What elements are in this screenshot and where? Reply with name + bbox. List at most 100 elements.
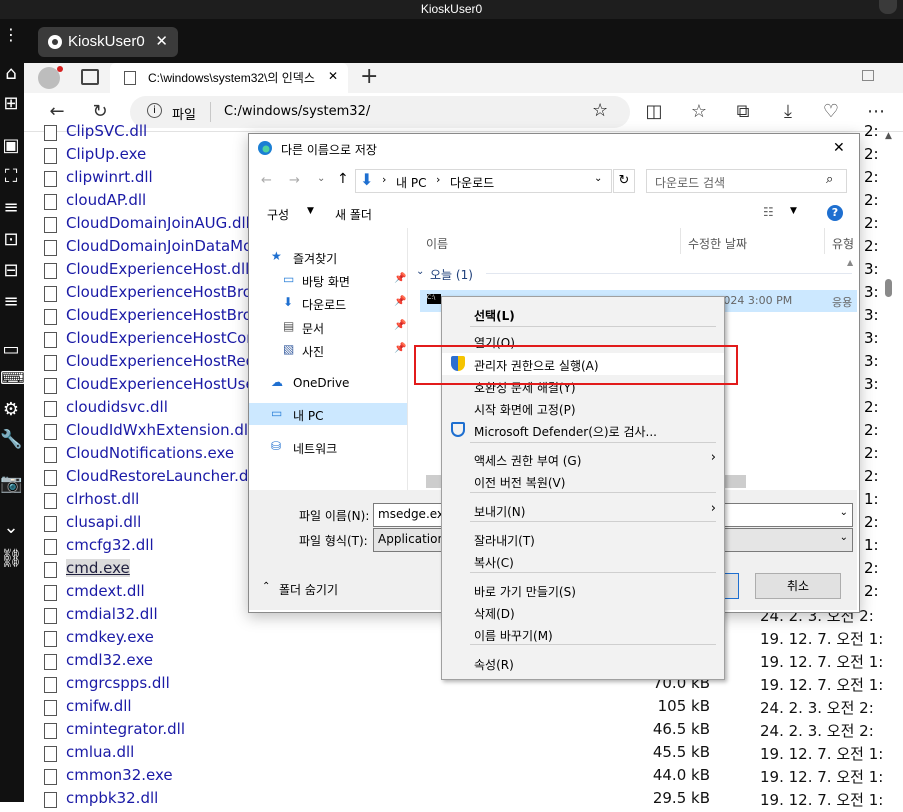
filetype-dropdown-icon[interactable]: ⌄ xyxy=(840,532,848,543)
view-dropdown-icon[interactable]: ▼ xyxy=(790,206,797,216)
file-link[interactable]: cmdext.dll xyxy=(66,582,145,600)
dialog-search-box[interactable]: 다운로드 검색 ⌕ xyxy=(646,169,847,193)
nav-item[interactable]: ▧ 사진 📌 xyxy=(249,339,407,361)
context-menu-item[interactable]: 선택(L) xyxy=(442,303,724,325)
nav-item[interactable]: ⛁ 네트워크 xyxy=(249,436,407,458)
file-link[interactable]: CloudExperienceHostCor xyxy=(66,329,252,347)
column-divider[interactable] xyxy=(824,228,825,254)
breadcrumb-sep-icon[interactable]: › xyxy=(382,173,386,186)
group-collapse-icon[interactable]: ⌄ xyxy=(416,266,424,277)
nav-item[interactable]: ▭ 내 PC xyxy=(249,403,407,425)
nav-item[interactable]: ⬇ 다운로드 📌 xyxy=(249,292,407,314)
file-link[interactable]: CloudRestoreLauncher.dll xyxy=(66,467,257,485)
organize-button[interactable]: 구성 xyxy=(267,206,289,223)
file-link[interactable]: cmdkey.exe xyxy=(66,628,154,646)
context-menu-item[interactable]: 시작 화면에 고정(P) xyxy=(442,397,724,419)
context-menu-item[interactable]: 삭제(D) xyxy=(442,601,724,623)
menu-lines-icon[interactable]: ≡ xyxy=(0,291,22,313)
back-icon[interactable]: ← xyxy=(46,102,68,122)
expand-icon[interactable]: ⛶ xyxy=(0,166,22,188)
scroll-thumb[interactable] xyxy=(885,279,892,297)
file-link[interactable]: CloudDomainJoinAUG.dll xyxy=(66,214,250,232)
shrink-icon[interactable]: ⊟ xyxy=(0,260,22,282)
file-link[interactable]: CloudExperienceHost.dll xyxy=(66,260,249,278)
dialog-refresh-button[interactable]: ↻ xyxy=(613,169,635,193)
wrench-icon[interactable]: 🔧 xyxy=(0,429,22,451)
view-options-icon[interactable]: ☷ xyxy=(763,205,774,219)
more-menu-icon[interactable]: ⋯ xyxy=(865,102,887,122)
context-menu-item[interactable]: 복사(C) xyxy=(442,550,724,572)
browser-essentials-icon[interactable]: ♡ xyxy=(820,102,842,122)
file-link[interactable]: CloudIdWxhExtension.dll xyxy=(66,421,252,439)
context-menu-item[interactable]: Microsoft Defender(으)로 검사... xyxy=(442,419,724,441)
file-link[interactable]: CloudDomainJoinDataMo xyxy=(66,237,252,255)
favorites-icon[interactable]: ☆ xyxy=(688,102,710,122)
file-link[interactable]: cmlua.dll xyxy=(66,743,134,761)
breadcrumb[interactable]: ⬇ › 내 PC › 다운로드 ⌄ xyxy=(355,169,612,193)
file-link[interactable]: clusapi.dll xyxy=(66,513,141,531)
file-link[interactable]: cmgrcspps.dll xyxy=(66,674,170,692)
breadcrumb-sep-icon[interactable]: › xyxy=(436,173,440,186)
list-scroll-up-icon[interactable]: ▲ xyxy=(847,258,853,267)
file-link[interactable]: ClipSVC.dll xyxy=(66,122,147,140)
nav-item[interactable]: ▭ 바탕 화면 📌 xyxy=(249,269,407,291)
browser-tab-close[interactable]: ✕ xyxy=(328,69,338,83)
window-icon[interactable]: ▭ xyxy=(0,339,22,361)
nav-item[interactable]: ★ 즐겨찾기 xyxy=(249,246,407,268)
kiosk-menu-icon[interactable]: ⋮ xyxy=(3,27,19,43)
fit-icon[interactable]: ⊡ xyxy=(0,229,22,251)
file-link[interactable]: cmdl32.exe xyxy=(66,651,153,669)
camera-icon[interactable]: 📷 xyxy=(0,473,22,495)
nav-item[interactable]: ☁ OneDrive xyxy=(249,372,407,394)
nav-up-icon[interactable]: ↑ xyxy=(337,171,349,187)
refresh-icon[interactable]: ↻ xyxy=(89,102,111,122)
breadcrumb-dropdown-icon[interactable]: ⌄ xyxy=(594,173,602,184)
chevron-down-icon[interactable]: ⌄ xyxy=(0,517,22,539)
file-link[interactable]: cloudAP.dll xyxy=(66,191,146,209)
dialog-close-button[interactable]: ✕ xyxy=(833,140,845,156)
tab-actions-icon[interactable] xyxy=(81,69,99,85)
new-tab-button[interactable]: + xyxy=(360,64,378,89)
kiosk-tab-close[interactable]: ✕ xyxy=(155,32,168,50)
new-folder-button[interactable]: 새 폴더 xyxy=(335,206,372,223)
context-menu-item[interactable]: 잘라내기(T) xyxy=(442,528,724,550)
column-divider[interactable] xyxy=(680,228,681,254)
restore-window-icon[interactable] xyxy=(862,70,874,81)
breadcrumb-downloads[interactable]: 다운로드 xyxy=(450,174,494,191)
file-link[interactable]: cmcfg32.dll xyxy=(66,536,154,554)
nav-back-icon[interactable]: ← xyxy=(261,173,272,188)
file-link[interactable]: cmmon32.exe xyxy=(66,766,173,784)
file-link[interactable]: clrhost.dll xyxy=(66,490,139,508)
context-menu-item[interactable]: 속성(R) xyxy=(442,652,724,674)
kiosk-tab[interactable]: KioskUser0 ✕ xyxy=(38,27,178,57)
hide-folders-icon[interactable]: ⌃ xyxy=(262,581,270,592)
file-link[interactable]: CloudExperienceHostBro xyxy=(66,306,252,324)
context-menu-item[interactable]: 보내기(N) › xyxy=(442,499,724,521)
kiosk-corner-button[interactable] xyxy=(879,0,897,14)
downloads-icon[interactable]: ⤓ xyxy=(777,102,799,122)
file-link[interactable]: cmd.exe xyxy=(66,559,130,577)
info-icon[interactable]: i xyxy=(147,103,162,118)
file-link[interactable]: clipwinrt.dll xyxy=(66,168,153,186)
nav-item[interactable]: ▤ 문서 📌 xyxy=(249,316,407,338)
disconnect-icon[interactable]: ⛓ xyxy=(0,548,23,570)
hide-folders-button[interactable]: 폴더 숨기기 xyxy=(279,581,338,598)
add-window-icon[interactable]: ⊞ xyxy=(0,93,22,115)
file-link[interactable]: CloudNotifications.exe xyxy=(66,444,234,462)
page-scrollbar[interactable]: ▲ xyxy=(883,131,897,802)
list-icon[interactable]: ≡ xyxy=(0,197,22,219)
context-menu-item[interactable]: 이전 버전 복원(V) xyxy=(442,470,724,492)
context-menu-item[interactable]: 바로 가기 만들기(S) xyxy=(442,579,724,601)
browser-tab-active[interactable]: C:\windows\system32\의 인덱스 ✕ xyxy=(110,63,348,93)
settings-icon[interactable]: ⚙ xyxy=(0,399,22,421)
keyboard-icon[interactable]: ⌨ xyxy=(0,368,26,390)
file-link[interactable]: CloudExperienceHostBro xyxy=(66,283,252,301)
organize-dropdown-icon[interactable]: ▼ xyxy=(307,206,314,216)
nav-forward-icon[interactable]: → xyxy=(289,173,300,188)
column-type[interactable]: 유형 xyxy=(832,235,854,252)
group-header[interactable]: 오늘 (1) xyxy=(430,266,473,283)
file-link[interactable]: cmintegrator.dll xyxy=(66,720,185,738)
file-link[interactable]: cloudidsvc.dll xyxy=(66,398,168,416)
nav-recent-icon[interactable]: ⌄ xyxy=(317,173,325,184)
file-link[interactable]: cmpbk32.dll xyxy=(66,789,158,807)
